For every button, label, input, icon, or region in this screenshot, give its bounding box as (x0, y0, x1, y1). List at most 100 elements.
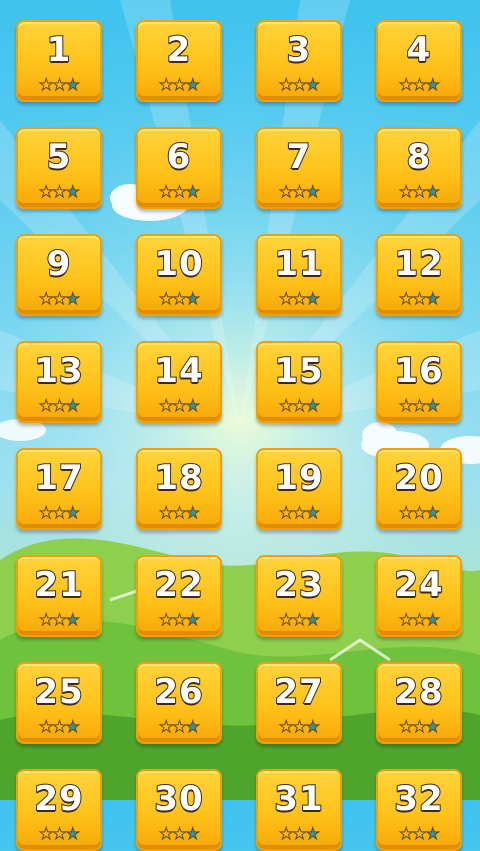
level-button[interactable]: 1 ★★★ (16, 20, 102, 102)
star-filled-icon: ★ (278, 824, 293, 843)
star-filled-icon: ★ (278, 289, 293, 308)
star-filled-icon: ★ (52, 824, 67, 843)
level-button[interactable]: 28 ★★★ (376, 662, 462, 744)
star-filled-icon: ★ (412, 75, 427, 94)
level-number: 27 (273, 671, 324, 713)
star-empty-icon: ★ (305, 182, 320, 201)
star-rating: ★★★ (258, 610, 340, 629)
level-number: 23 (273, 564, 324, 606)
star-rating: ★★★ (138, 824, 220, 843)
star-empty-icon: ★ (305, 503, 320, 522)
star-filled-icon: ★ (278, 503, 293, 522)
level-button[interactable]: 8 ★★★ (376, 127, 462, 209)
level-button[interactable]: 17 ★★★ (16, 448, 102, 530)
level-button[interactable]: 18 ★★★ (136, 448, 222, 530)
star-filled-icon: ★ (292, 503, 307, 522)
star-rating: ★★★ (18, 76, 100, 93)
star-filled-icon: ★ (398, 396, 413, 415)
level-button[interactable]: 19 ★★★ (256, 448, 342, 530)
level-number: 32 (393, 778, 444, 820)
level-number: 28 (393, 671, 444, 713)
star-empty-icon: ★ (425, 182, 440, 201)
star-empty-icon: ★ (65, 182, 80, 201)
star-filled-icon: ★ (158, 824, 173, 843)
level-number: 20 (393, 457, 444, 499)
star-rating: ★★★ (258, 503, 340, 522)
star-rating: ★★★ (258, 75, 340, 94)
level-button[interactable]: 6 ★★★ (136, 127, 222, 209)
level-button[interactable]: 7 ★★★ (256, 127, 342, 209)
star-filled-icon: ★ (292, 717, 307, 736)
level-button[interactable]: 9 ★★★ (16, 234, 102, 316)
star-filled-icon: ★ (172, 610, 187, 629)
star-rating: ★★★ (18, 610, 100, 629)
star-filled-icon: ★ (412, 503, 427, 522)
level-button[interactable]: 31 ★★★ (256, 769, 342, 851)
star-filled-icon: ★ (158, 289, 173, 308)
star-filled-icon: ★ (52, 396, 67, 415)
star-filled-icon: ★ (38, 503, 53, 522)
level-button[interactable]: 4 ★★★ (376, 20, 462, 102)
level-button[interactable]: 14 ★★★ (136, 341, 222, 423)
star-rating: ★★★ (258, 717, 340, 736)
star-empty-icon: ★ (185, 182, 200, 201)
star-rating: ★★★ (378, 396, 460, 415)
star-rating: ★★★ (18, 289, 100, 308)
star-empty-icon: ★ (65, 396, 80, 415)
star-filled-icon: ★ (398, 717, 413, 736)
star-filled-icon: ★ (52, 717, 67, 736)
level-number: 15 (273, 350, 324, 392)
level-button[interactable]: 21 ★★★ (16, 555, 102, 637)
star-empty-icon: ★ (305, 75, 320, 94)
level-button[interactable]: 3 ★★★ (256, 20, 342, 102)
level-button[interactable]: 2 ★★★ (136, 20, 222, 102)
level-number: 21 (33, 564, 84, 606)
level-number: 17 (33, 457, 84, 499)
star-filled-icon: ★ (412, 396, 427, 415)
star-filled-icon: ★ (412, 182, 427, 201)
star-empty-icon: ★ (65, 503, 80, 522)
level-button[interactable]: 27 ★★★ (256, 662, 342, 744)
level-button[interactable]: 24 ★★★ (376, 555, 462, 637)
level-button[interactable]: 26 ★★★ (136, 662, 222, 744)
star-rating: ★★★ (138, 397, 220, 414)
star-rating: ★★★ (378, 611, 460, 628)
star-filled-icon: ★ (398, 182, 413, 201)
star-filled-icon: ★ (292, 396, 307, 415)
level-button[interactable]: 25 ★★★ (16, 662, 102, 744)
level-button[interactable]: 5 ★★★ (16, 127, 102, 209)
star-rating: ★★★ (138, 76, 220, 93)
level-number: 11 (273, 243, 324, 285)
level-button[interactable]: 15 ★★★ (256, 341, 342, 423)
level-button[interactable]: 32 ★★★ (376, 769, 462, 851)
star-filled-icon: ★ (278, 610, 293, 629)
star-filled-icon: ★ (38, 717, 53, 736)
star-filled-icon: ★ (292, 75, 307, 94)
level-button[interactable]: 12 ★★★ (376, 234, 462, 316)
star-empty-icon: ★ (425, 396, 440, 415)
level-number: 7 (286, 136, 312, 178)
level-button[interactable]: 23 ★★★ (256, 555, 342, 637)
star-empty-icon: ★ (65, 289, 80, 308)
level-number: 10 (153, 243, 204, 285)
level-button[interactable]: 11 ★★★ (256, 234, 342, 316)
star-filled-icon: ★ (412, 289, 427, 308)
star-empty-icon: ★ (185, 824, 200, 843)
star-filled-icon: ★ (52, 289, 67, 308)
star-empty-icon: ★ (185, 717, 200, 736)
star-filled-icon: ★ (38, 610, 53, 629)
star-filled-icon: ★ (412, 824, 427, 843)
star-rating: ★★★ (18, 396, 100, 415)
level-button[interactable]: 22 ★★★ (136, 555, 222, 637)
star-filled-icon: ★ (398, 75, 413, 94)
star-filled-icon: ★ (278, 396, 293, 415)
star-filled-icon: ★ (292, 289, 307, 308)
level-button[interactable]: 20 ★★★ (376, 448, 462, 530)
level-number: 24 (393, 564, 444, 606)
level-button[interactable]: 29 ★★★ (16, 769, 102, 851)
level-button[interactable]: 10 ★★★ (136, 234, 222, 316)
level-button[interactable]: 13 ★★★ (16, 341, 102, 423)
level-number: 13 (33, 350, 84, 392)
level-button[interactable]: 16 ★★★ (376, 341, 462, 423)
level-button[interactable]: 30 ★★★ (136, 769, 222, 851)
